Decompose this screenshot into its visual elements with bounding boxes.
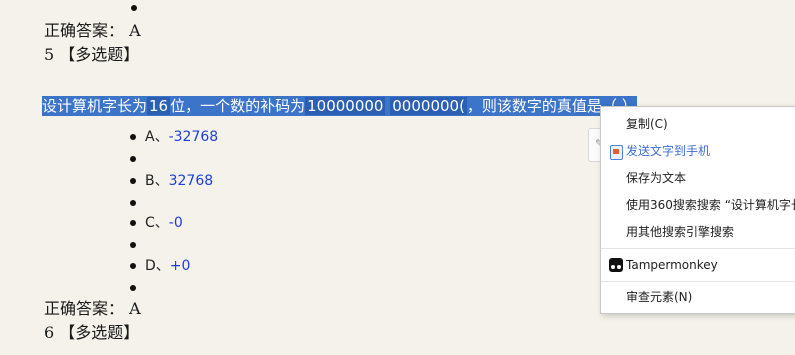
option-d[interactable]: D、+0 <box>145 257 190 275</box>
tampermonkey-icon <box>609 258 623 272</box>
list-bullet <box>130 178 136 184</box>
list-bullet <box>130 220 136 226</box>
option-c[interactable]: C、-0 <box>145 214 183 232</box>
menu-separator <box>601 248 795 249</box>
menu-item-save-as-text[interactable]: 保存为文本 <box>626 167 795 189</box>
list-bullet <box>130 134 136 140</box>
option-letter: C、 <box>145 215 169 231</box>
option-a[interactable]: A、-32768 <box>145 128 218 146</box>
question-6-header: 6 【多选题】 <box>44 323 140 342</box>
list-bullet <box>130 242 136 248</box>
option-value: -32768 <box>168 129 219 145</box>
question-text-part: 设计算机字长为 <box>42 97 148 115</box>
correct-answer-label: 正确答案： A <box>44 299 141 318</box>
correct-answer-label: 正确答案： A <box>44 21 141 40</box>
send-to-phone-icon <box>610 145 623 160</box>
menu-item-inspect-element[interactable]: 审查元素(N) <box>626 286 795 308</box>
complement-code-low: 0000000( <box>390 97 467 115</box>
option-letter: A、 <box>145 129 169 145</box>
question-5-header: 5 【多选题】 <box>44 45 140 64</box>
question-text-part: 位，一个数的补码为 <box>170 97 306 115</box>
menu-separator <box>601 281 795 282</box>
option-value: +0 <box>169 258 191 274</box>
list-bullet <box>130 285 136 291</box>
list-bullet <box>130 156 136 162</box>
menu-item-copy[interactable]: 复制(C) <box>626 113 795 135</box>
word-size-value: 16 <box>147 97 171 115</box>
list-bullet <box>131 5 137 11</box>
menu-item-other-search[interactable]: 用其他搜索引擎搜索 <box>626 221 795 243</box>
complement-code-high: 10000000 <box>305 97 386 115</box>
list-bullet <box>130 263 136 269</box>
list-bullet <box>130 200 136 206</box>
question-page: 正确答案： A 5 【多选题】 设计算机字长为 16 位，一个数的补码为 100000… <box>0 0 795 355</box>
option-value: -0 <box>168 215 183 231</box>
option-letter: B、 <box>145 173 169 189</box>
menu-item-search-360[interactable]: 使用360搜索搜索 “设计算机字长 <box>626 194 795 216</box>
option-letter: D、 <box>145 258 170 274</box>
menu-item-send-to-phone[interactable]: 发送文字到手机 <box>626 140 795 162</box>
option-b[interactable]: B、32768 <box>145 172 213 190</box>
menu-item-tampermonkey[interactable]: Tampermonkey <box>626 254 795 276</box>
context-menu: 复制(C) 发送文字到手机 保存为文本 使用360搜索搜索 “设计算机字长 用其… <box>600 106 795 314</box>
question-5-text[interactable]: 设计算机字长为 16 位，一个数的补码为 10000000 0000000(，则该数字… <box>42 96 637 116</box>
option-value: 32768 <box>168 173 214 189</box>
